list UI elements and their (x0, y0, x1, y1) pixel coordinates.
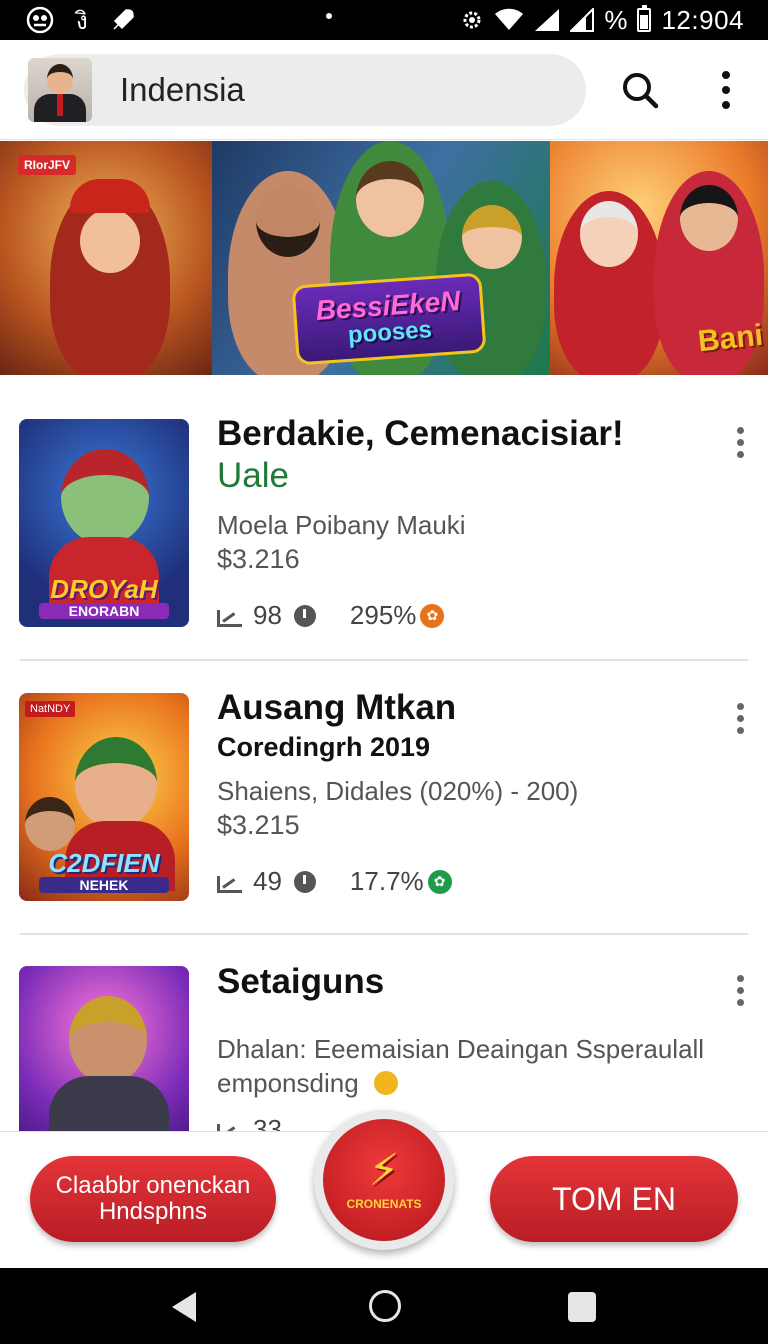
item-title[interactable]: Ausang Mtkan (217, 688, 456, 728)
battery-percent: % (604, 4, 628, 35)
center-fab-button[interactable]: ⚡ CRONENATS (314, 1110, 454, 1250)
chart-icon (217, 605, 242, 627)
status-time: 12:904 (661, 4, 744, 35)
item-stat-percent: 295% (349, 600, 417, 630)
notification-glyph: งิ (76, 7, 88, 35)
item-stat-count: 49 (253, 866, 282, 896)
item-thumbnail[interactable] (19, 966, 189, 1131)
thumb-tag: NatNDY (25, 701, 76, 717)
search-icon (623, 73, 659, 109)
banner-character-5 (554, 191, 664, 375)
avatar-head (47, 64, 73, 94)
item-description: Shaiens, Didales (020%) - 200) (217, 776, 579, 806)
banner-hat (70, 179, 150, 213)
item-meta: 49 17.7% ✿ (217, 866, 452, 897)
item-title[interactable]: Berdakie, Cemenacisiar! (217, 414, 624, 454)
banner-logo: BessiEkeN pooses (291, 272, 487, 366)
item-description: Moela Poibany Mauki (217, 510, 466, 540)
status-dot (326, 13, 332, 19)
thumb-title: C2DFIEN (48, 848, 160, 878)
no-disturb-icon (26, 6, 54, 34)
lightning-icon: ⚡ (368, 1146, 400, 1195)
item-stat-count: 98 (253, 600, 282, 630)
item-meta: 33 (217, 1114, 282, 1131)
app-title: Indensia (120, 71, 245, 108)
item-overflow-button[interactable] (730, 700, 750, 736)
banner-panel-1: RIorJFV (0, 141, 212, 375)
chart-icon (217, 1119, 241, 1131)
center-fab-label: CRONENATS (346, 1197, 422, 1211)
list-item[interactable]: DROYaH ENORABN Berdakie, Cemenacisiar! U… (0, 376, 768, 661)
more-vert-icon (736, 974, 744, 1006)
item-subtitle: Coredingrh 2019 (217, 732, 431, 762)
item-stat-count: 33 (253, 1114, 282, 1131)
emoji-icon (373, 1071, 398, 1095)
clock-icon (293, 870, 316, 893)
right-action-button[interactable]: TOM EN (490, 1156, 738, 1242)
center-fab-inner: ⚡ CRONENATS (323, 1119, 445, 1241)
left-action-button[interactable]: Claabbr onenckan Hndsphns (30, 1156, 276, 1242)
item-subtitle: Uale (217, 456, 289, 495)
thumb-character (61, 449, 149, 545)
list-item[interactable]: NatNDY C2DFIEN NEHEK Ausang Mtkan Coredi… (0, 660, 768, 935)
item-description-line2: emponsding (217, 1068, 398, 1099)
thumb-subtitle: NEHEK (39, 877, 169, 893)
bonus-badge-icon: ✿ (420, 603, 445, 628)
banner-logo-line2: pooses (347, 315, 433, 349)
thumb-subtitle: ENORABN (39, 603, 169, 619)
bonus-badge-icon: ✿ (427, 869, 452, 894)
item-overflow-button[interactable] (730, 972, 750, 1008)
avatar-tie (57, 94, 63, 116)
item-thumbnail[interactable]: NatNDY C2DFIEN NEHEK (19, 693, 189, 901)
item-description-text: emponsding (217, 1068, 359, 1098)
status-bar: งิ % 12:904 (0, 0, 768, 40)
search-bar[interactable]: Indensia (24, 54, 586, 126)
avatar[interactable] (28, 58, 92, 122)
list-item[interactable]: Setaiguns Dhalan: Eeemaisian Deaingan Ss… (0, 934, 768, 1131)
signal-icon-1 (535, 9, 560, 31)
rocket-icon (113, 9, 134, 30)
bottom-action-bar: Claabbr onenckan Hndsphns ⚡ CRONENATS TO… (0, 1110, 768, 1268)
overflow-menu-button[interactable] (702, 66, 750, 114)
thumb-title: DROYaH (50, 574, 158, 604)
thumb-side-character (25, 797, 75, 851)
banner-tag: RIorJFV (18, 155, 77, 175)
thumb-body (49, 1076, 169, 1131)
back-icon[interactable] (172, 1292, 196, 1322)
more-vert-icon (722, 71, 730, 109)
home-icon[interactable] (369, 1290, 401, 1322)
top-app-bar: Indensia (0, 40, 768, 140)
item-meta: 98 295% ✿ (217, 600, 445, 631)
chart-icon (217, 871, 242, 893)
recent-apps-icon[interactable] (568, 1292, 596, 1322)
banner-edge-text: Bani (696, 318, 765, 359)
item-price: $3.216 (217, 544, 300, 574)
search-button[interactable] (616, 66, 664, 114)
thumb-character (69, 996, 147, 1084)
item-stat-percent: 17.7% (349, 866, 424, 896)
item-overflow-button[interactable] (730, 424, 750, 460)
more-vert-icon (736, 426, 744, 458)
item-title[interactable]: Setaiguns (217, 962, 384, 1002)
promo-banner[interactable]: RIorJFV BessiEkeN pooses (0, 141, 768, 375)
gear-icon (463, 11, 481, 29)
more-vert-icon (736, 702, 744, 734)
status-right-icons: % 12:904 (460, 5, 744, 36)
system-nav-bar (0, 1268, 768, 1344)
item-thumbnail[interactable]: DROYaH ENORABN (19, 419, 189, 627)
signal-icon-2 (570, 8, 595, 32)
battery-icon (637, 5, 652, 32)
status-left-icons: งิ (26, 1, 136, 40)
clock-icon (293, 604, 316, 627)
item-description: Dhalan: Eeemaisian Deaingan Ssperaulall (217, 1034, 705, 1064)
wifi-icon (495, 8, 524, 30)
item-price: $3.215 (217, 810, 300, 840)
thumb-character (75, 737, 157, 829)
